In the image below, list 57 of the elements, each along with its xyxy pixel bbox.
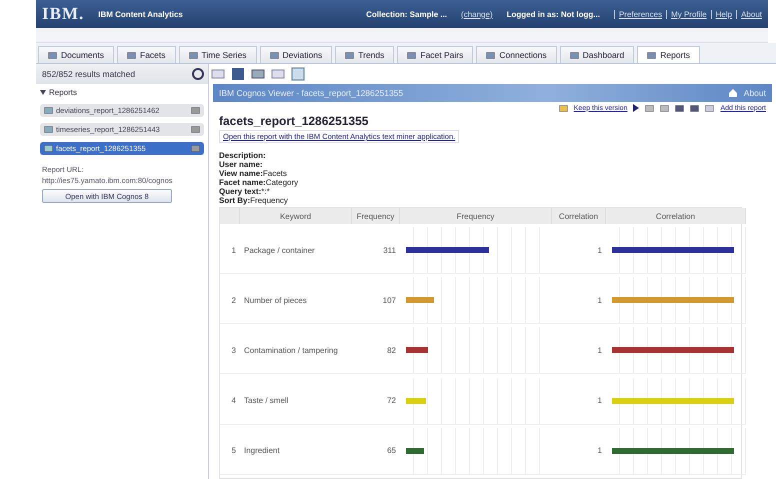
section-header[interactable]: Reports [49, 88, 78, 97]
header-link[interactable]: Preferences [614, 10, 662, 18]
report-title: facets_report_1286251355 [218, 114, 370, 128]
row-number: 5 [220, 428, 240, 475]
report-property: Description: [219, 151, 267, 160]
correlation-cell: 1 [552, 227, 606, 274]
tab[interactable]: Time Series [178, 46, 257, 63]
keyword-cell: Contamination / tampering [240, 327, 352, 374]
correlation-cell: 1 [552, 277, 606, 324]
row-number: 1 [220, 227, 240, 274]
keyword-cell: Package / container [240, 227, 352, 274]
column-header: Keyword [240, 208, 352, 224]
login-status: Logged in as: Not logg... [506, 10, 600, 18]
report-property: Sort By:Frequency [219, 196, 289, 205]
keyword-cell: Ingredient [240, 428, 352, 475]
report-property: Facet name:Category [219, 178, 300, 187]
frequency-cell: 65 [352, 428, 400, 475]
collection-label: Collection: Sample ... [366, 10, 448, 18]
header-link[interactable]: My Profile [666, 10, 707, 18]
tab[interactable]: Deviations [260, 46, 332, 63]
column-header: Frequency [352, 208, 400, 224]
report-property: View name:Facets [219, 169, 288, 178]
column-header: Frequency [400, 208, 552, 224]
tab[interactable]: Facets [117, 46, 176, 63]
report-property: User name: [219, 160, 264, 169]
home-icon[interactable] [728, 88, 738, 98]
correlation-cell: 1 [552, 428, 606, 475]
correlation-cell: 1 [552, 327, 606, 374]
product-name: IBM Content Analytics [98, 10, 184, 18]
play-icon[interactable] [633, 104, 640, 112]
header-link[interactable]: Help [710, 10, 732, 18]
tab[interactable]: Trends [335, 46, 394, 63]
tab[interactable]: Facet Pairs [397, 46, 474, 63]
keyword-cell: Taste / smell [240, 378, 352, 425]
column-header: Correlation [606, 208, 746, 224]
results-count: 852/852 results matched [36, 64, 208, 84]
correlation-cell: 1 [552, 378, 606, 425]
frequency-cell: 107 [352, 277, 400, 324]
frequency-cell: 82 [352, 327, 400, 374]
keyword-cell: Number of pieces [240, 277, 352, 324]
refresh-icon[interactable] [191, 67, 205, 81]
frequency-cell: 72 [352, 378, 400, 425]
row-number: 2 [220, 277, 240, 324]
tab[interactable]: Reports [637, 46, 700, 63]
tab[interactable]: Connections [476, 46, 557, 63]
row-number: 4 [220, 378, 240, 425]
header-link[interactable]: About [736, 10, 762, 18]
frequency-cell: 311 [352, 227, 400, 274]
tab[interactable]: Documents [38, 46, 114, 63]
caret-icon[interactable] [40, 90, 46, 95]
tab[interactable]: Dashboard [560, 46, 634, 63]
row-number: 3 [220, 327, 240, 374]
logo: IBM. [42, 4, 84, 24]
report-property: Query text:*:* [219, 187, 271, 196]
change-link[interactable]: (change) [461, 10, 493, 18]
viewer-title: IBM Cognos Viewer - facets_report_1286251355 [219, 88, 404, 98]
column-header: Correlation [552, 208, 606, 224]
